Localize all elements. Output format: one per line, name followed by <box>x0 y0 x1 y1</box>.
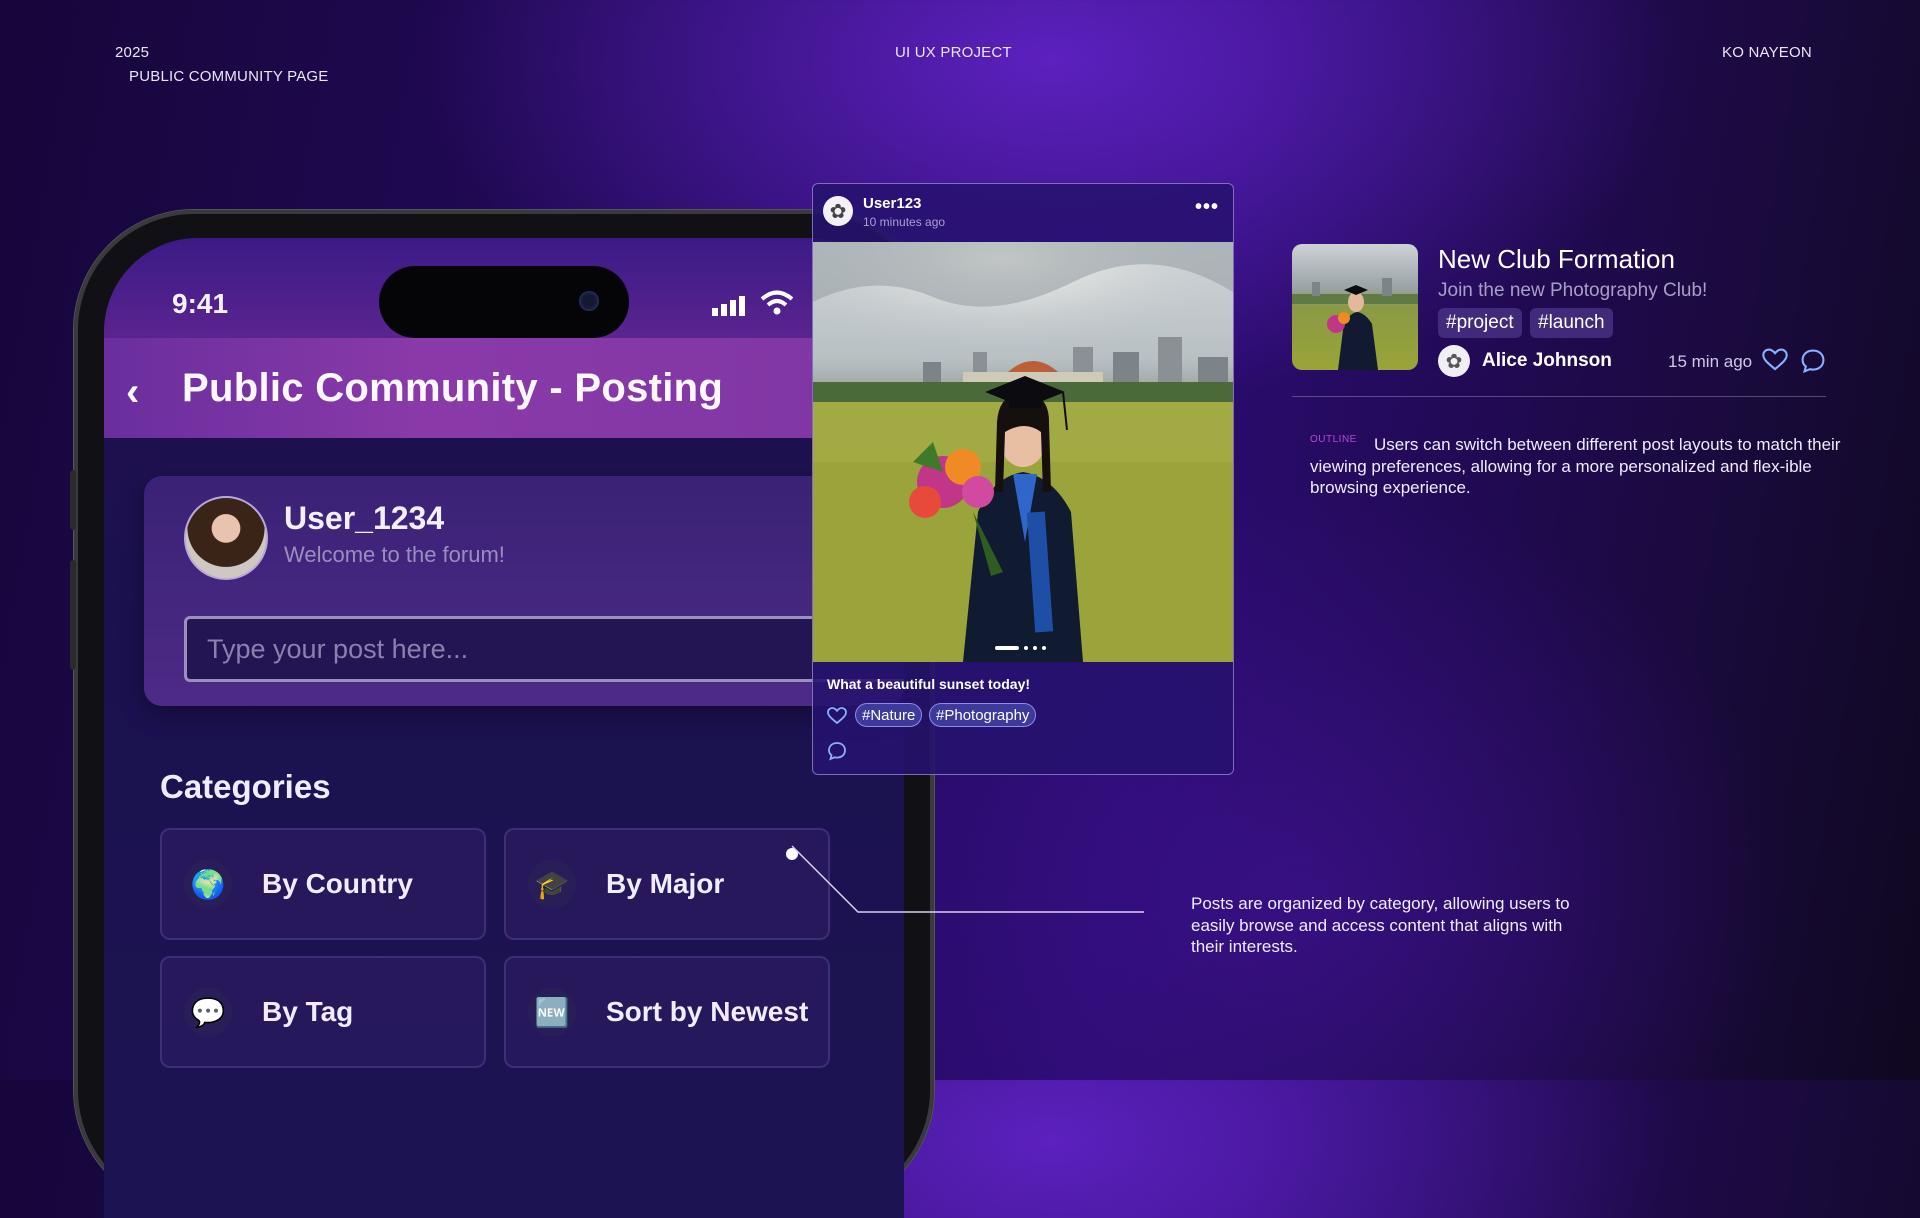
more-options-icon[interactable]: ••• <box>1195 196 1219 219</box>
post-photo[interactable] <box>813 242 1233 662</box>
post-user[interactable]: User123 <box>863 195 921 212</box>
phone-screen: 9:41 ‹ Public Community - Posting User_1… <box>104 238 904 1218</box>
graduation-cap-icon: 🎓 <box>528 860 576 908</box>
speech-bubble-icon: 💬 <box>184 988 232 1036</box>
carousel-dot[interactable] <box>1033 645 1037 650</box>
author-label: KO NAYEON <box>1722 44 1812 61</box>
category-label: Sort by Newest <box>606 996 809 1027</box>
annotation-connector <box>786 845 1144 913</box>
category-label: By Major <box>606 868 725 899</box>
year-label: 2025 <box>115 44 150 61</box>
user-avatar-icon[interactable]: ✿ <box>823 196 853 226</box>
heart-icon[interactable] <box>1762 348 1788 372</box>
comment-icon[interactable] <box>1800 348 1826 374</box>
club-author[interactable]: Alice Johnson <box>1482 350 1612 372</box>
dynamic-island <box>379 266 629 338</box>
category-by-country[interactable]: 🌍 By Country <box>160 828 486 940</box>
user-name: User_1234 <box>284 500 445 536</box>
page-label: PUBLIC COMMUNITY PAGE <box>129 68 329 85</box>
back-chevron-icon[interactable]: ‹ <box>126 370 139 415</box>
globe-icon: 🌍 <box>184 860 232 908</box>
compose-card: User_1234 Welcome to the forum! <box>144 476 904 706</box>
post-card[interactable]: ✿ User123 10 minutes ago ••• What a beau… <box>812 183 1234 775</box>
graduation-photo-illustration <box>813 242 1233 662</box>
tag-pill[interactable]: #project <box>1438 308 1522 338</box>
heart-icon[interactable] <box>827 707 847 725</box>
project-label: UI UX PROJECT <box>895 44 1012 61</box>
categories-heading: Categories <box>160 768 331 805</box>
top-nav-bar: ‹ Public Community - Posting <box>104 338 904 438</box>
category-annotation: Posts are organized by category, allowin… <box>1191 894 1570 956</box>
comment-icon[interactable] <box>827 741 847 761</box>
carousel-dot[interactable] <box>1042 645 1046 650</box>
post-time: 10 minutes ago <box>863 215 946 229</box>
post-caption: What a beautiful sunset today! <box>827 676 1031 692</box>
divider <box>1292 396 1826 397</box>
camera-icon <box>579 291 599 311</box>
carousel-dot[interactable] <box>1024 645 1028 650</box>
category-by-tag[interactable]: 💬 By Tag <box>160 956 486 1068</box>
tag-pill[interactable]: #Nature <box>855 703 923 727</box>
tag-pill[interactable]: #launch <box>1530 308 1613 338</box>
author-avatar-icon[interactable]: ✿ <box>1438 345 1470 377</box>
avatar[interactable] <box>184 496 268 580</box>
carousel-indicator[interactable] <box>995 639 1046 657</box>
category-sort-newest[interactable]: 🆕 Sort by Newest <box>504 956 830 1068</box>
club-thumbnail[interactable] <box>1292 244 1418 370</box>
status-time: 9:41 <box>172 288 229 319</box>
carousel-dot-active[interactable] <box>995 645 1019 650</box>
status-bar: 9:41 <box>104 238 904 338</box>
phone-side-button <box>70 470 76 530</box>
club-title[interactable]: New Club Formation <box>1438 244 1675 275</box>
outline-description: Users can switch between different post … <box>1310 435 1841 497</box>
wifi-icon <box>760 290 794 315</box>
club-time: 15 min ago <box>1668 352 1753 371</box>
tag-pill[interactable]: #Photography <box>929 703 1037 727</box>
post-input[interactable] <box>187 619 904 679</box>
signal-icon <box>712 296 745 316</box>
phone-volume-button <box>70 560 76 670</box>
post-input-box[interactable] <box>184 616 904 682</box>
club-thumbnail-illustration <box>1292 278 1418 370</box>
category-label: By Tag <box>262 996 354 1027</box>
welcome-text: Welcome to the forum! <box>284 542 505 567</box>
club-subtitle: Join the new Photography Club! <box>1438 280 1708 301</box>
phone-mockup: 9:41 ‹ Public Community - Posting User_1… <box>70 210 934 1218</box>
category-label: By Country <box>262 868 413 899</box>
page-title: Public Community - Posting <box>182 366 724 410</box>
new-badge-icon: 🆕 <box>528 988 576 1036</box>
